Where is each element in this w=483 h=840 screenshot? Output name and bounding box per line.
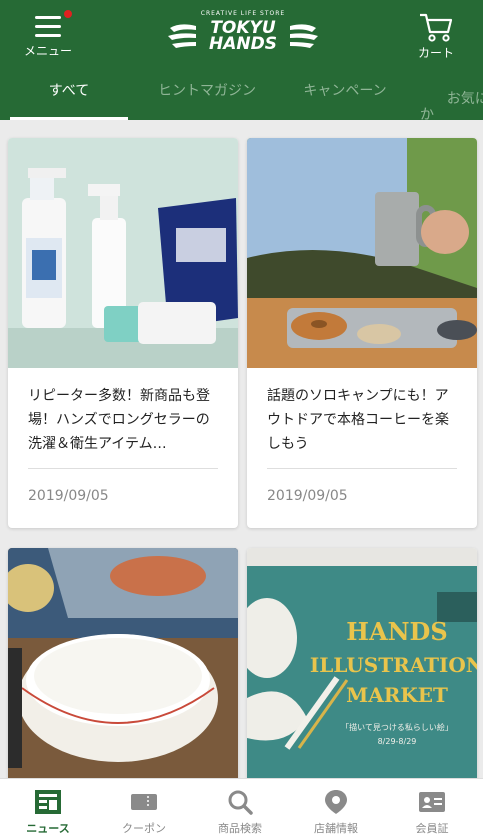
article-image-rice-bowl [8, 548, 238, 778]
tab-all-label: すべて [48, 83, 90, 99]
search-icon [228, 790, 253, 815]
cart-icon [420, 13, 453, 42]
nav-news-label: ニュース [26, 822, 70, 835]
article-card[interactable]: HANDS ILLUSTRATION MARKET 「描いて見つける私らしい絵」… [247, 548, 477, 788]
article-date: 2019/09/05 [28, 488, 109, 504]
tab-favorites[interactable]: お気に入 か [420, 72, 483, 123]
article-image-illustration-market: HANDS ILLUSTRATION MARKET 「描いて見つける私らしい絵」… [247, 548, 477, 778]
member-card-icon [419, 792, 445, 812]
menu-label: メニュー [23, 44, 72, 58]
nav-member-card[interactable]: 会員証 [384, 779, 480, 840]
article-card[interactable]: リピーター多数！新商品も登場！ハンズでロングセラーの洗濯＆衛生アイテム… 201… [8, 138, 238, 528]
notification-dot [64, 10, 72, 18]
tab-hint-magazine[interactable]: ヒントマガジン [140, 72, 274, 120]
location-pin-icon [325, 790, 347, 814]
cart-label: カート [417, 46, 454, 60]
tab-campaign[interactable]: キャンペーン [288, 72, 402, 120]
article-image-camping-coffee [247, 138, 477, 368]
menu-button[interactable]: メニュー [20, 10, 76, 62]
nav-member-card-label: 会員証 [415, 822, 449, 835]
logo-tagline: CREATIVE LIFE STORE [200, 10, 286, 17]
cart-button[interactable]: カート [408, 10, 464, 62]
bottom-navigation: ニュース クーポン 商品検索 店舗情報 会員証 [0, 778, 483, 840]
nav-news[interactable]: ニュース [0, 779, 96, 840]
app-header: メニュー CREATIVE LIFE STORE TOKYU HANDS カート… [0, 0, 483, 123]
poster-market-text: MARKET [346, 683, 448, 707]
article-card[interactable]: 話題のソロキャンプにも！アウトドアで本格コーヒーを楽しもう 2019/09/05 [247, 138, 477, 528]
nav-product-search-label: 商品検索 [218, 822, 262, 835]
tab-hint-magazine-label: ヒントマガジン [158, 83, 256, 99]
tokyu-hands-logo[interactable]: CREATIVE LIFE STORE TOKYU HANDS [166, 10, 320, 60]
poster-date-text: 8/29-8/29 [378, 737, 417, 746]
nav-store-info-label: 店舗情報 [314, 822, 358, 835]
nav-store-info[interactable]: 店舗情報 [288, 779, 384, 840]
logo-line-2: HANDS [209, 34, 277, 54]
article-image-laundry [8, 138, 238, 368]
news-icon [35, 790, 61, 814]
tab-favorites-label: お気に入 か [420, 91, 483, 123]
article-title: リピーター多数！新商品も登場！ハンズでロングセラーの洗濯＆衛生アイテム… [28, 388, 210, 452]
poster-subtitle-text: 「描いて見つける私らしい絵」 [341, 722, 453, 732]
nav-coupon-label: クーポン [122, 822, 166, 835]
article-date: 2019/09/05 [267, 488, 348, 504]
tab-all[interactable]: すべて [10, 72, 128, 120]
tab-campaign-label: キャンペーン [303, 83, 387, 99]
poster-hands-text: HANDS [346, 617, 447, 646]
logo-wordmark: TOKYU HANDS [166, 20, 320, 54]
card-divider [267, 468, 457, 469]
category-tabs: すべて ヒントマガジン キャンペーン お気に入 か [0, 72, 483, 123]
nav-product-search[interactable]: 商品検索 [192, 779, 288, 840]
active-tab-indicator [10, 117, 128, 120]
poster-illustration-text: ILLUSTRATION [310, 653, 477, 677]
coupon-icon [131, 794, 157, 810]
article-card[interactable] [8, 548, 238, 788]
hamburger-icon [35, 16, 61, 37]
card-divider [28, 468, 218, 469]
article-title: 話題のソロキャンプにも！アウトドアで本格コーヒーを楽しもう [267, 388, 449, 452]
nav-coupon[interactable]: クーポン [96, 779, 192, 840]
